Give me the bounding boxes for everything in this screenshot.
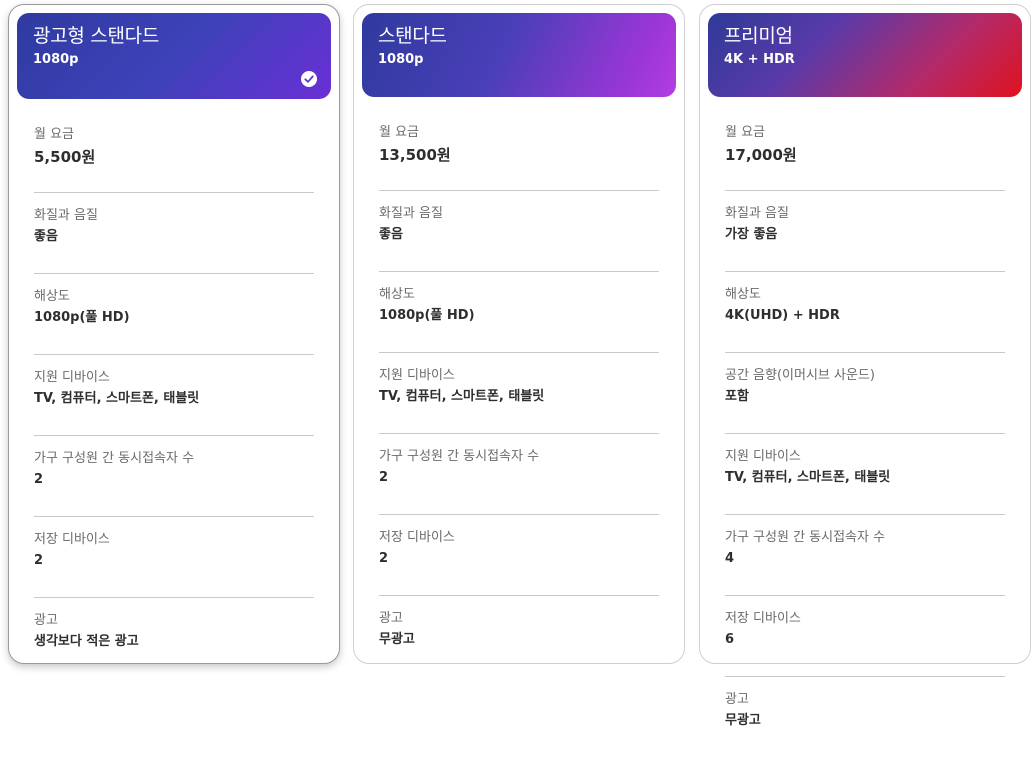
- feature-label: 지원 디바이스: [725, 449, 801, 464]
- feature-row-streams: 가구 구성원 간 동시접속자 수 2: [34, 451, 314, 517]
- feature-row-ads: 광고 무광고: [379, 611, 659, 677]
- feature-value: 무광고: [379, 632, 415, 647]
- feature-label: 공간 음향(이머시브 사운드): [725, 368, 875, 383]
- feature-value: 가장 좋음: [725, 227, 778, 242]
- feature-label: 저장 디바이스: [379, 530, 455, 545]
- feature-row-resolution: 해상도 4K(UHD) + HDR: [725, 287, 1005, 353]
- feature-value: 2: [34, 553, 44, 568]
- feature-value: TV, 컴퓨터, 스마트폰, 태블릿: [725, 470, 891, 485]
- feature-label: 가구 구성원 간 동시접속자 수: [379, 449, 540, 464]
- feature-value: 좋음: [34, 229, 58, 244]
- feature-value: 포함: [725, 389, 749, 404]
- feature-label: 지원 디바이스: [34, 370, 110, 385]
- feature-row-ads: 광고 무광고: [725, 692, 1005, 758]
- feature-value: 2: [34, 472, 44, 487]
- feature-row-resolution: 해상도 1080p(풀 HD): [34, 289, 314, 355]
- feature-row-price: 월 요금 13,500원: [379, 125, 659, 191]
- feature-label: 화질과 음질: [379, 206, 443, 221]
- feature-label: 가구 구성원 간 동시접속자 수: [725, 530, 886, 545]
- feature-value: 2: [379, 470, 389, 485]
- feature-row-download-devices: 저장 디바이스 6: [725, 611, 1005, 677]
- feature-value: 6: [725, 632, 735, 647]
- feature-row-streams: 가구 구성원 간 동시접속자 수 4: [725, 530, 1005, 596]
- feature-label: 해상도: [725, 287, 761, 302]
- plan-card-premium[interactable]: 프리미엄 4K + HDR 월 요금 17,000원 화질과 음질 가장 좋음 …: [699, 4, 1031, 728]
- feature-row-devices: 지원 디바이스 TV, 컴퓨터, 스마트폰, 태블릿: [34, 370, 314, 436]
- feature-value: 2: [379, 551, 389, 566]
- feature-row-price: 월 요금 17,000원: [725, 125, 1005, 191]
- feature-row-download-devices: 저장 디바이스 2: [379, 530, 659, 596]
- feature-value: 생각보다 적은 광고: [34, 634, 139, 649]
- feature-label: 해상도: [379, 287, 415, 302]
- feature-value: 1080p(풀 HD): [34, 310, 130, 325]
- feature-label: 지원 디바이스: [379, 368, 455, 383]
- feature-value: 13,500원: [379, 146, 451, 164]
- feature-label: 월 요금: [379, 125, 420, 140]
- feature-label: 광고: [379, 611, 403, 626]
- feature-value: TV, 컴퓨터, 스마트폰, 태블릿: [379, 389, 545, 404]
- feature-label: 저장 디바이스: [725, 611, 801, 626]
- plan-card-ad-standard[interactable]: 광고형 스탠다드 1080p 월 요금 5,500원 화질과 음질 좋음 해상도…: [8, 4, 340, 664]
- feature-value: TV, 컴퓨터, 스마트폰, 태블릿: [34, 391, 200, 406]
- plan-resolution-badge: 1080p: [33, 52, 79, 67]
- feature-value: 17,000원: [725, 146, 797, 164]
- feature-label: 가구 구성원 간 동시접속자 수: [34, 451, 195, 466]
- plan-name: 프리미엄: [724, 25, 793, 47]
- plan-name: 스탠다드: [378, 25, 447, 47]
- feature-value: 5,500원: [34, 148, 96, 166]
- feature-value: 4: [725, 551, 735, 566]
- feature-row-streams: 가구 구성원 간 동시접속자 수 2: [379, 449, 659, 515]
- plan-resolution-badge: 4K + HDR: [724, 52, 795, 67]
- feature-row-resolution: 해상도 1080p(풀 HD): [379, 287, 659, 353]
- feature-row-devices: 지원 디바이스 TV, 컴퓨터, 스마트폰, 태블릿: [725, 449, 1005, 515]
- feature-label: 해상도: [34, 289, 70, 304]
- plan-features: 월 요금 13,500원 화질과 음질 좋음 해상도 1080p(풀 HD) 지…: [379, 125, 659, 692]
- plan-header-premium[interactable]: 프리미엄 4K + HDR: [708, 13, 1022, 97]
- feature-row-spatial-audio: 공간 음향(이머시브 사운드) 포함: [725, 368, 1005, 434]
- plan-name: 광고형 스탠다드: [33, 25, 160, 47]
- plan-header-ad-standard[interactable]: 광고형 스탠다드 1080p: [17, 13, 331, 99]
- feature-label: 월 요금: [725, 125, 766, 140]
- feature-row-price: 월 요금 5,500원: [34, 127, 314, 193]
- feature-label: 저장 디바이스: [34, 532, 110, 547]
- plan-card-standard[interactable]: 스탠다드 1080p 월 요금 13,500원 화질과 음질 좋음 해상도 10…: [353, 4, 685, 664]
- feature-row-quality: 화질과 음질 좋음: [34, 208, 314, 274]
- feature-label: 광고: [725, 692, 749, 707]
- feature-label: 광고: [34, 613, 58, 628]
- feature-row-quality: 화질과 음질 가장 좋음: [725, 206, 1005, 272]
- feature-label: 화질과 음질: [34, 208, 98, 223]
- feature-label: 화질과 음질: [725, 206, 789, 221]
- feature-row-download-devices: 저장 디바이스 2: [34, 532, 314, 598]
- feature-value: 무광고: [725, 713, 761, 728]
- feature-value: 좋음: [379, 227, 403, 242]
- plan-header-standard[interactable]: 스탠다드 1080p: [362, 13, 676, 97]
- feature-value: 1080p(풀 HD): [379, 308, 475, 323]
- feature-label: 월 요금: [34, 127, 75, 142]
- feature-row-devices: 지원 디바이스 TV, 컴퓨터, 스마트폰, 태블릿: [379, 368, 659, 434]
- feature-row-ads: 광고 생각보다 적은 광고: [34, 613, 314, 679]
- plan-features: 월 요금 5,500원 화질과 음질 좋음 해상도 1080p(풀 HD) 지원…: [34, 127, 314, 694]
- feature-value: 4K(UHD) + HDR: [725, 308, 840, 323]
- feature-row-quality: 화질과 음질 좋음: [379, 206, 659, 272]
- plan-resolution-badge: 1080p: [378, 52, 424, 67]
- check-circle-icon: [301, 71, 317, 87]
